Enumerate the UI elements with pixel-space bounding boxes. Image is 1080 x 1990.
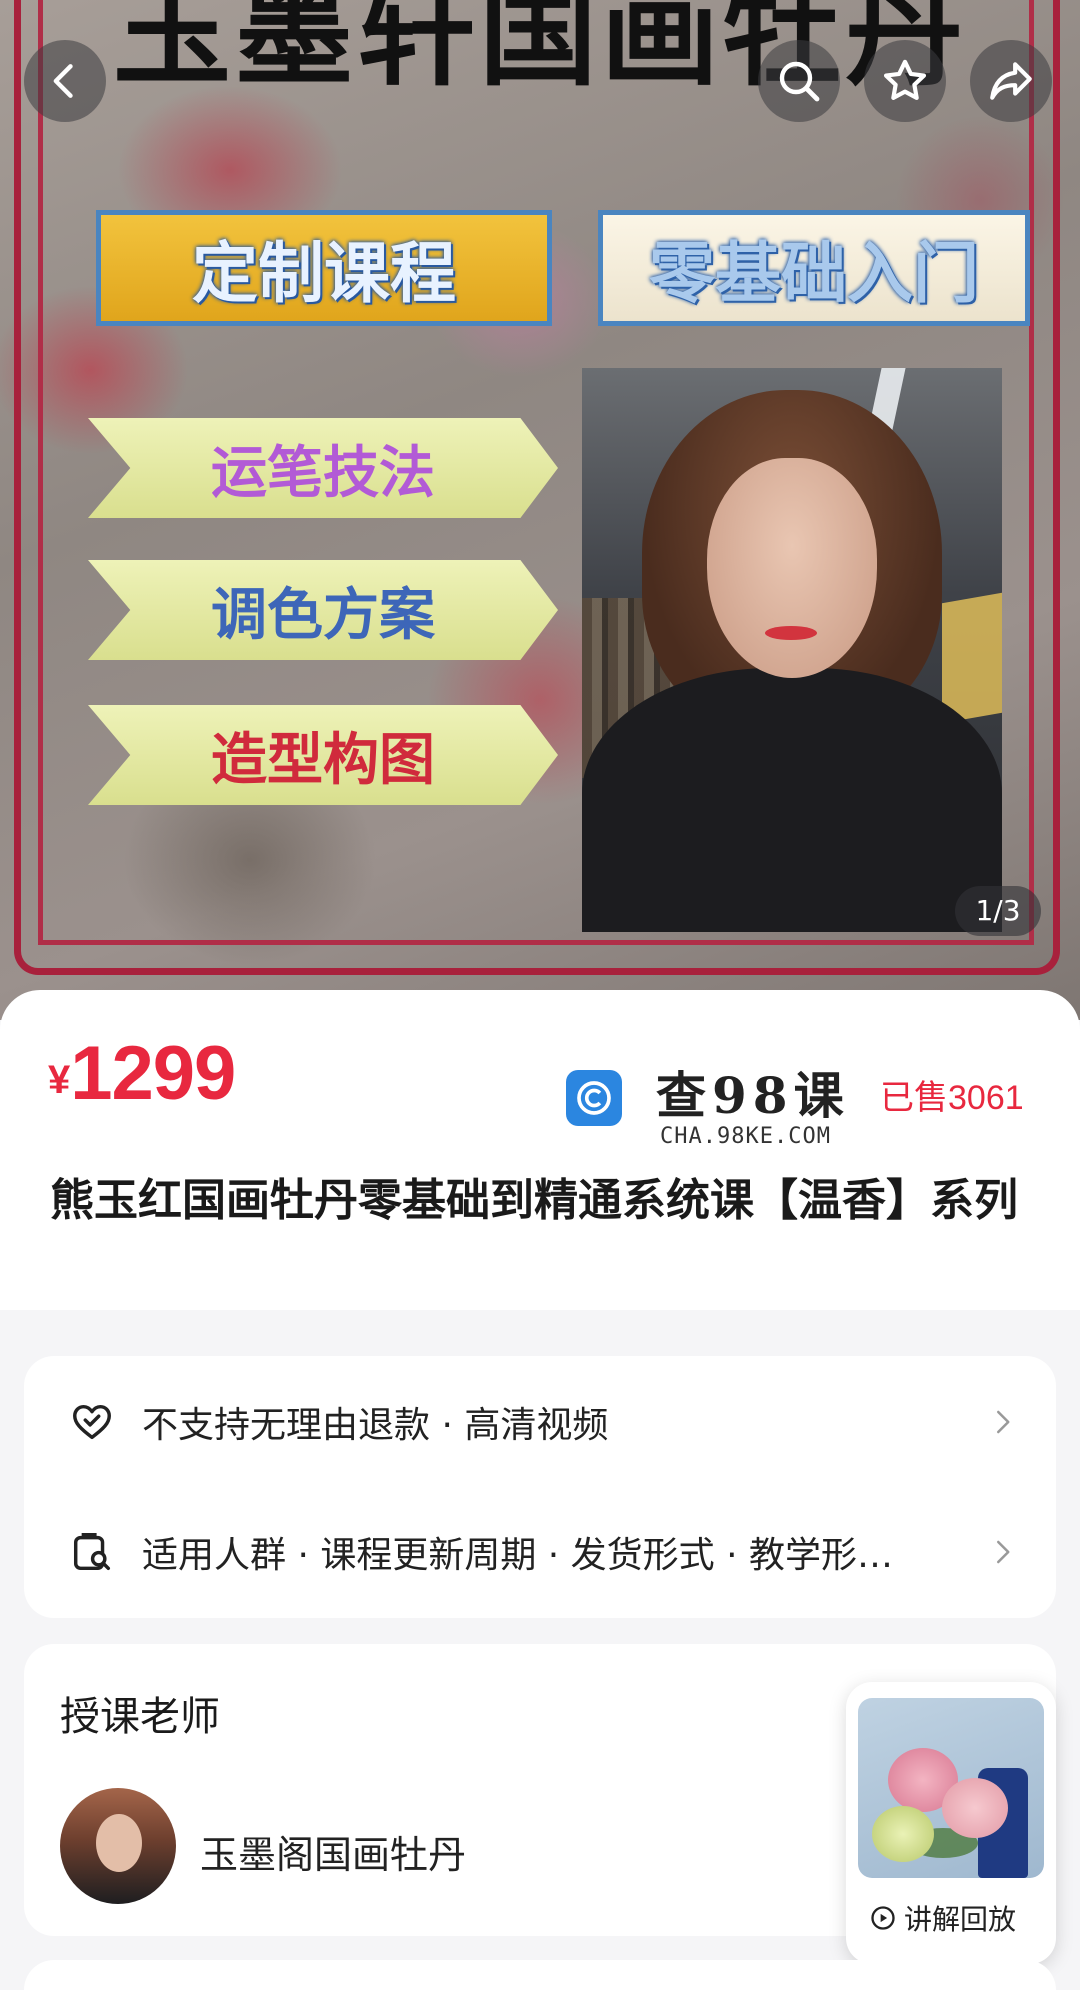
watermark-text: 查98课	[656, 1066, 850, 1125]
star-icon	[883, 59, 927, 100]
course-params-text: 适用人群 · 课程更新周期 · 发货形式 · 教学形…	[142, 1535, 893, 1576]
heart-shield-icon	[66, 1396, 118, 1448]
teacher-avatar[interactable]	[60, 1788, 176, 1904]
cover-skill-3: 造型构图	[88, 705, 558, 805]
share-button[interactable]	[970, 40, 1052, 122]
back-button[interactable]	[24, 40, 106, 122]
course-cover-image[interactable]: 玉墨轩国画牡丹 定制课程 零基础入门 运笔技法 调色方案 造型构图 1/3	[0, 0, 1080, 1020]
play-circle-icon	[868, 1903, 898, 1933]
teacher-name[interactable]: 玉墨阁国画牡丹	[200, 1824, 466, 1879]
service-panel: 不支持无理由退款 · 高清视频 适用人群 · 课程更新周期 · 发货形式 · 教…	[24, 1356, 1056, 1618]
product-info-card: ¥1299	[0, 990, 1080, 1310]
currency-symbol: ¥	[48, 1058, 71, 1102]
chevron-right-icon	[984, 1404, 1020, 1440]
watermark-url: CHA.98KE.COM	[660, 1124, 831, 1149]
replay-label: 讲解回放	[868, 1896, 1016, 1940]
chevron-right-icon	[984, 1534, 1020, 1570]
image-page-indicator: 1/3	[955, 886, 1041, 936]
refund-policy-text: 不支持无理由退款 · 高清视频	[142, 1405, 609, 1446]
sold-count: 已售3061	[880, 1079, 1024, 1117]
cover-skill-2: 调色方案	[88, 560, 558, 660]
search-button[interactable]	[758, 40, 840, 122]
watermark-logo-icon	[566, 1070, 622, 1126]
replay-label-text: 讲解回放	[904, 1903, 1017, 1936]
price-value: 1299	[70, 1031, 236, 1116]
chevron-left-icon	[53, 64, 73, 98]
cover-tag-beginner: 零基础入门	[598, 210, 1030, 326]
next-section-edge	[24, 1960, 1056, 1990]
teacher-section-heading: 授课老师	[60, 1694, 220, 1740]
replay-thumbnail	[858, 1698, 1044, 1878]
price: ¥1299	[48, 1030, 236, 1117]
clipboard-search-icon	[66, 1526, 118, 1578]
cover-tag-custom: 定制课程	[96, 210, 552, 326]
share-icon	[990, 62, 1032, 100]
replay-floating-card[interactable]: 讲解回放	[846, 1682, 1056, 1964]
course-title: 熊玉红国画牡丹零基础到精通系统课【温香】系列	[50, 1175, 1018, 1226]
teacher-photo	[582, 368, 1002, 932]
refund-policy-row[interactable]: 不支持无理由退款 · 高清视频	[24, 1372, 1056, 1472]
search-icon	[779, 61, 820, 102]
cover-skill-1: 运笔技法	[88, 418, 558, 518]
favorite-button[interactable]	[864, 40, 946, 122]
course-params-row[interactable]: 适用人群 · 课程更新周期 · 发货形式 · 教学形…	[24, 1502, 1056, 1602]
